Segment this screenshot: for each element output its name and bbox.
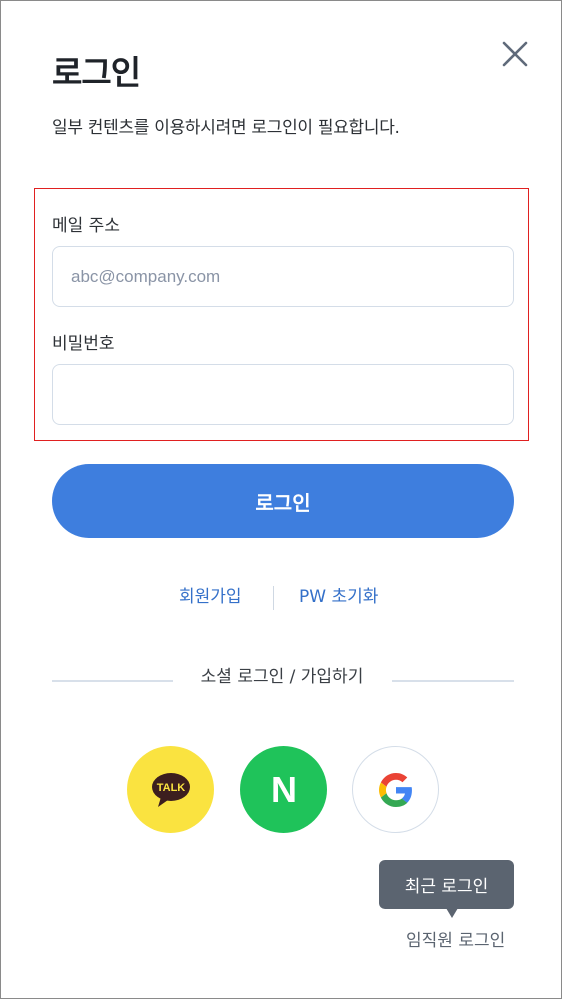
email-label: 메일 주소: [52, 216, 120, 236]
email-input[interactable]: [52, 246, 514, 307]
social-login-caption: 소셜 로그인 / 가입하기: [200, 667, 364, 687]
naver-login-button[interactable]: N: [240, 746, 327, 833]
google-icon: [378, 772, 412, 807]
kakao-talk-icon: TALK: [151, 772, 190, 807]
close-icon: [502, 41, 528, 67]
page-subtitle: 일부 컨텐츠를 이용하시려면 로그인이 필요합니다.: [52, 118, 400, 138]
page-title: 로그인: [52, 53, 141, 92]
kakao-badge-text: TALK: [156, 782, 185, 794]
google-login-button[interactable]: [352, 746, 439, 833]
naver-icon: N: [271, 770, 297, 810]
login-button[interactable]: 로그인: [52, 464, 514, 538]
staff-login-link[interactable]: 임직원 로그인: [406, 928, 505, 954]
kakao-login-button[interactable]: TALK: [127, 746, 214, 833]
password-label: 비밀번호: [52, 334, 115, 354]
account-links: 회원가입 PW 초기화: [1, 583, 562, 613]
naver-badge-text: N: [271, 770, 297, 810]
close-button[interactable]: [498, 37, 532, 71]
signup-link[interactable]: 회원가입: [179, 583, 242, 611]
recent-login-tooltip: 최근 로그인: [379, 860, 514, 909]
link-divider: [273, 586, 274, 610]
reset-password-link[interactable]: PW 초기화: [299, 583, 378, 611]
social-divider-right: [392, 680, 514, 682]
password-input[interactable]: [52, 364, 514, 425]
login-dialog: 로그인 일부 컨텐츠를 이용하시려면 로그인이 필요합니다. 메일 주소 비밀번…: [0, 0, 562, 999]
tooltip-arrow: [446, 908, 458, 918]
